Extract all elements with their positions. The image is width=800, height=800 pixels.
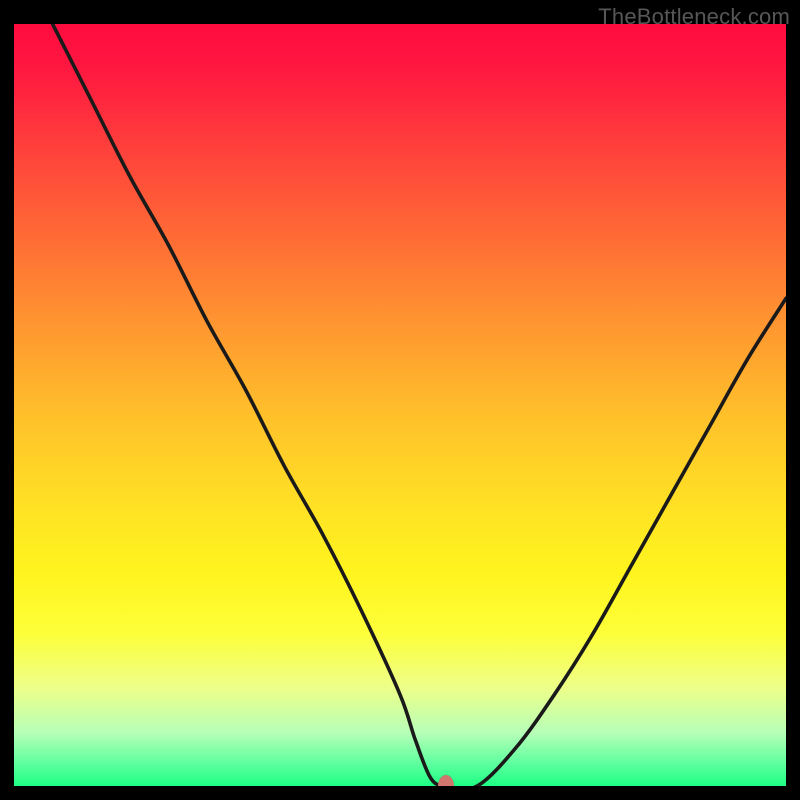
chart-container: TheBottleneck.com bbox=[0, 0, 800, 800]
bottleneck-curve bbox=[53, 24, 786, 786]
watermark-text: TheBottleneck.com bbox=[598, 4, 790, 30]
curve-svg bbox=[14, 24, 786, 786]
plot-area bbox=[14, 24, 786, 786]
